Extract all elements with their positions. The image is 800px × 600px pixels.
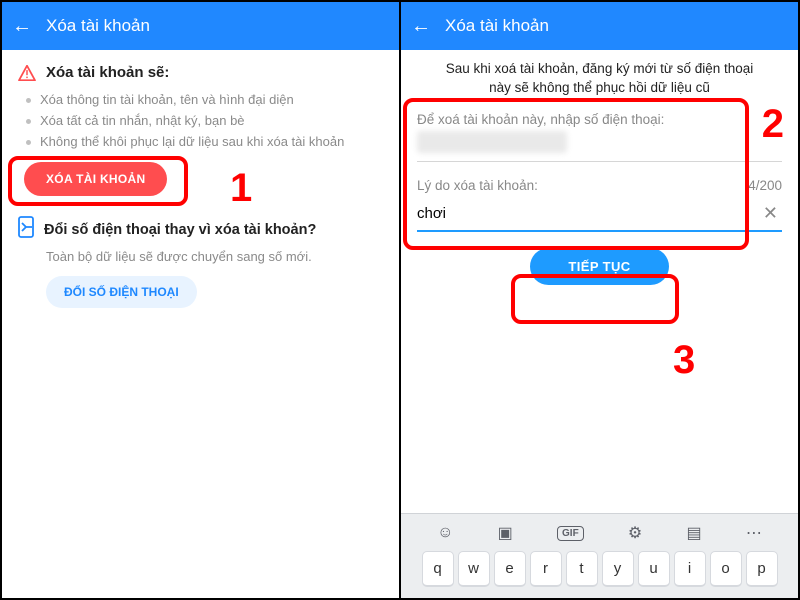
- back-icon[interactable]: ←: [12, 16, 32, 36]
- key[interactable]: o: [710, 551, 742, 587]
- warning-bullets: Xóa thông tin tài khoản, tên và hình đại…: [24, 89, 383, 152]
- phone-input-masked[interactable]: [417, 131, 567, 153]
- change-number-title: Đổi số điện thoại thay vì xóa tài khoản?: [44, 222, 316, 238]
- left-header: ← Xóa tài khoản: [2, 2, 399, 50]
- continue-button[interactable]: TIẾP TỤC: [530, 248, 668, 285]
- soft-keyboard[interactable]: ☺ ▣ GIF ⚙ ▤ ⋯ q w e r t y u i o p: [401, 513, 798, 598]
- delete-notice: Sau khi xoá tài khoản, đăng ký mới từ số…: [417, 60, 782, 98]
- phone-input-label: Để xoá tài khoản này, nhập số điện thoại…: [417, 112, 782, 127]
- bullet-item: Không thể khôi phục lại dữ liệu sau khi …: [24, 131, 383, 152]
- sticker-icon[interactable]: ▣: [498, 523, 513, 543]
- reason-input[interactable]: [417, 205, 709, 222]
- left-header-title: Xóa tài khoản: [46, 16, 150, 36]
- change-number-button[interactable]: ĐỔI SỐ ĐIỆN THOẠI: [46, 276, 197, 308]
- clear-icon[interactable]: ✕: [759, 203, 782, 224]
- clipboard-icon[interactable]: ▤: [686, 523, 701, 543]
- reason-label: Lý do xóa tài khoản:: [417, 178, 538, 193]
- annotation-number-1: 1: [230, 166, 252, 211]
- key[interactable]: y: [602, 551, 634, 587]
- key[interactable]: t: [566, 551, 598, 587]
- warning-title: Xóa tài khoản sẽ:: [46, 64, 169, 81]
- key[interactable]: p: [746, 551, 778, 587]
- change-number-icon: [18, 216, 34, 243]
- key[interactable]: r: [530, 551, 562, 587]
- key[interactable]: i: [674, 551, 706, 587]
- gif-icon[interactable]: GIF: [557, 526, 584, 541]
- reason-char-count: 4/200: [748, 178, 782, 193]
- right-screen: ← Xóa tài khoản Sau khi xoá tài khoản, đ…: [401, 2, 798, 598]
- settings-icon[interactable]: ⚙: [628, 523, 642, 543]
- left-screen: ← Xóa tài khoản Xóa tài khoản sẽ: Xóa th…: [2, 2, 401, 598]
- right-header-title: Xóa tài khoản: [445, 16, 549, 36]
- back-icon[interactable]: ←: [411, 16, 431, 36]
- right-header: ← Xóa tài khoản: [401, 2, 798, 50]
- key[interactable]: u: [638, 551, 670, 587]
- key[interactable]: e: [494, 551, 526, 587]
- key[interactable]: q: [422, 551, 454, 587]
- warning-triangle-icon: [18, 65, 36, 81]
- delete-account-button[interactable]: XÓA TÀI KHOẢN: [24, 162, 167, 196]
- change-number-subtext: Toàn bộ dữ liệu sẽ được chuyển sang số m…: [46, 249, 383, 264]
- bullet-item: Xóa tất cả tin nhắn, nhật ký, bạn bè: [24, 110, 383, 131]
- more-icon[interactable]: ⋯: [746, 523, 762, 543]
- key[interactable]: w: [458, 551, 490, 587]
- emoji-icon[interactable]: ☺: [437, 524, 453, 542]
- annotation-number-3: 3: [673, 338, 695, 383]
- keyboard-row-1: q w e r t y u i o p: [405, 551, 794, 587]
- bullet-item: Xóa thông tin tài khoản, tên và hình đại…: [24, 89, 383, 110]
